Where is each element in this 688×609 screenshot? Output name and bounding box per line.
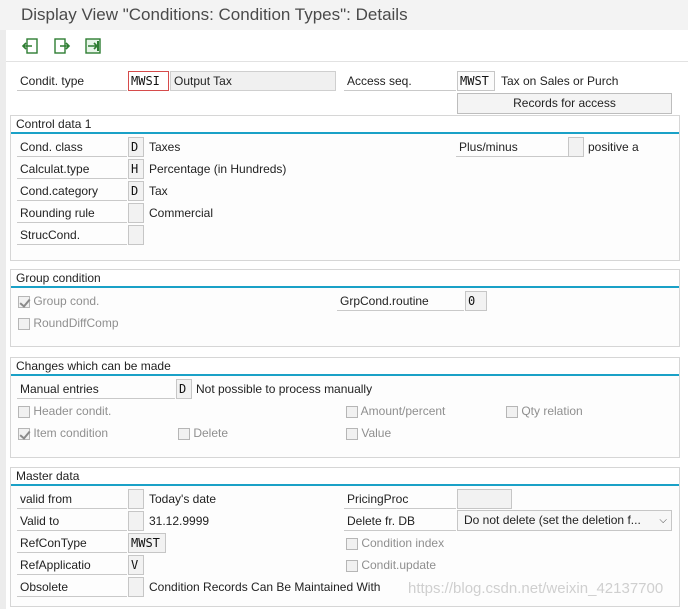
obsolete-field[interactable] — [128, 577, 144, 597]
condit-update-label: Condit.update — [361, 558, 437, 572]
window-title: Display View "Conditions: Condition Type… — [0, 0, 688, 30]
plus-minus-label: Plus/minus — [456, 137, 568, 157]
value-label: Value — [361, 426, 392, 440]
amount-percent-checkbox[interactable] — [346, 405, 358, 418]
header-condit-label: Header condit. — [33, 404, 112, 418]
grp-cond-routine-label: GrpCond.routine — [337, 291, 464, 311]
previous-entry-icon[interactable] — [20, 36, 40, 56]
delete-row[interactable]: Delete — [178, 423, 228, 443]
group-cond-checkbox-row[interactable]: Group cond. — [18, 291, 99, 311]
access-seq-description: Tax on Sales or Purch — [501, 74, 619, 88]
changes-title: Changes which can be made — [11, 358, 679, 376]
struc-cond-label: StrucCond. — [17, 225, 127, 245]
valid-from-label: valid from — [17, 489, 127, 509]
cond-category-field[interactable]: D — [128, 181, 144, 201]
left-strip — [0, 30, 6, 609]
round-diff-checkbox[interactable] — [18, 317, 30, 330]
manual-entries-field[interactable]: D — [176, 379, 192, 399]
pricing-proc-field[interactable] — [457, 489, 512, 509]
obsolete-label: Obsolete — [17, 577, 127, 597]
valid-from-field[interactable] — [128, 489, 144, 509]
cond-category-label: Cond.category — [17, 181, 127, 201]
item-condition-row[interactable]: Item condition — [18, 423, 108, 443]
next-entry-icon[interactable] — [52, 36, 72, 56]
qty-relation-row[interactable]: Qty relation — [506, 401, 583, 421]
rounding-rule-field[interactable] — [128, 203, 144, 223]
condit-type-label: Condit. type — [17, 71, 127, 91]
group-cond-checkbox[interactable] — [18, 295, 30, 308]
cond-class-label: Cond. class — [17, 137, 127, 157]
rounding-rule-description: Commercial — [149, 206, 214, 220]
pricing-proc-label: PricingProc — [344, 489, 456, 509]
cond-class-field[interactable]: D — [128, 137, 144, 157]
cond-class-description: Taxes — [149, 140, 181, 154]
obsolete-description: Condition Records Can Be Maintained With — [149, 580, 381, 594]
master-data-title: Master data — [11, 468, 679, 486]
ref-con-type-field[interactable]: MWST — [128, 533, 166, 553]
value-checkbox[interactable] — [346, 427, 358, 440]
valid-to-description: 31.12.9999 — [149, 514, 210, 528]
delete-fr-db-select[interactable]: Do not delete (set the deletion f... ⌵ — [457, 510, 672, 531]
struc-cond-field[interactable] — [128, 225, 144, 245]
calc-type-label: Calculat.type — [17, 159, 127, 179]
value-row[interactable]: Value — [346, 423, 391, 443]
rounding-rule-label: Rounding rule — [17, 203, 127, 223]
round-diff-checkbox-row[interactable]: RoundDiffComp — [18, 313, 119, 333]
condit-type-description: Output Tax — [170, 71, 336, 91]
condition-index-row[interactable]: Condition index — [346, 533, 444, 553]
calc-type-description: Percentage (in Hundreds) — [149, 162, 287, 176]
access-seq-field[interactable]: MWST — [457, 71, 495, 91]
header-condit-row[interactable]: Header condit. — [18, 401, 111, 421]
cond-category-description: Tax — [149, 184, 168, 198]
valid-from-description: Today's date — [149, 492, 217, 506]
delete-fr-db-label: Delete fr. DB — [344, 511, 456, 531]
amount-percent-label: Amount/percent — [360, 404, 446, 418]
delete-label: Delete — [193, 426, 229, 440]
other-entry-icon[interactable] — [83, 36, 103, 56]
access-seq-label: Access seq. — [344, 71, 456, 91]
qty-relation-checkbox[interactable] — [506, 405, 518, 418]
watermark-text: https://blog.csdn.net/weixin_42137700 — [408, 580, 664, 597]
records-for-access-button[interactable]: Records for access — [457, 93, 672, 114]
header-condit-checkbox[interactable] — [18, 405, 30, 418]
chevron-down-icon[interactable]: ⌵ — [659, 511, 667, 530]
condition-index-label: Condition index — [361, 536, 445, 550]
condition-index-checkbox[interactable] — [346, 537, 358, 550]
manual-entries-description: Not possible to process manually — [196, 382, 373, 396]
calc-type-field[interactable]: H — [128, 159, 144, 179]
ref-con-type-label: RefConType — [17, 533, 127, 553]
ref-application-label: RefApplicatio — [17, 555, 127, 575]
group-cond-label: Group cond. — [33, 294, 100, 308]
item-condition-label: Item condition — [33, 426, 109, 440]
ref-application-field[interactable]: V — [128, 555, 144, 575]
delete-fr-db-value: Do not delete (set the deletion f... — [464, 513, 641, 527]
round-diff-label: RoundDiffComp — [33, 316, 119, 330]
grp-cond-routine-field[interactable]: 0 — [465, 291, 487, 311]
condit-type-field[interactable]: MWSI — [128, 71, 169, 91]
item-condition-checkbox[interactable] — [18, 427, 30, 440]
valid-to-label: Valid to — [17, 511, 127, 531]
valid-to-field[interactable] — [128, 511, 144, 531]
group-condition-title: Group condition — [11, 270, 679, 288]
condit-update-checkbox[interactable] — [346, 559, 358, 572]
toolbar-separator — [6, 61, 688, 62]
qty-relation-label: Qty relation — [521, 404, 583, 418]
control-data-title: Control data 1 — [11, 116, 679, 134]
plus-minus-description: positive a — [588, 140, 639, 154]
amount-percent-row[interactable]: Amount/percent — [346, 401, 445, 421]
plus-minus-field[interactable] — [568, 137, 584, 157]
delete-checkbox[interactable] — [178, 427, 190, 440]
condit-update-row[interactable]: Condit.update — [346, 555, 436, 575]
manual-entries-label: Manual entries — [17, 379, 175, 399]
